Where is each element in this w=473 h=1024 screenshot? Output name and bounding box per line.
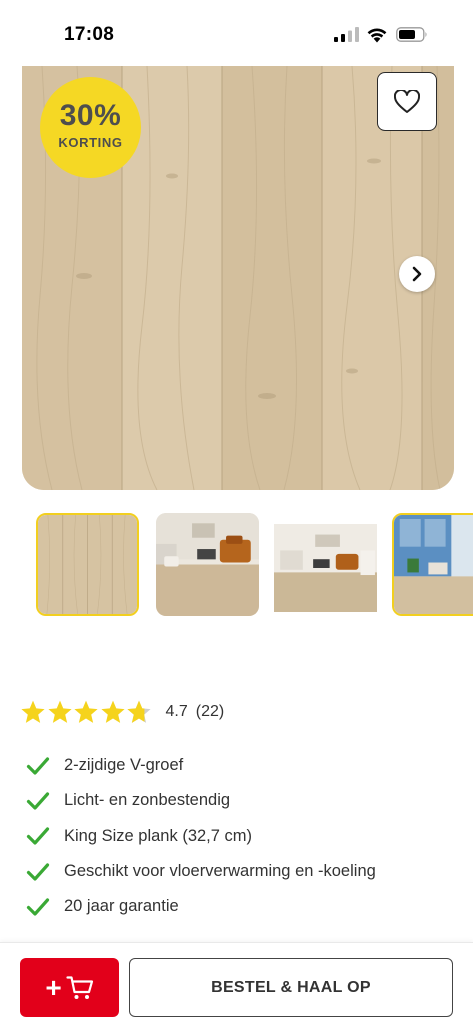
favorite-button[interactable] (377, 72, 437, 131)
feature-item: King Size plank (32,7 cm) (26, 819, 376, 854)
star-icon (74, 700, 98, 723)
status-bar: 17:08 (0, 0, 473, 64)
discount-percent: 30% (59, 99, 122, 132)
thumbnail-room-image (394, 515, 473, 614)
battery-icon (396, 27, 427, 42)
add-to-cart-button[interactable]: + (20, 958, 119, 1017)
thumbnail-room-image (274, 524, 377, 612)
star-partial-icon (127, 700, 151, 723)
feature-text: King Size plank (32,7 cm) (64, 826, 253, 845)
feature-item: 20 jaar garantie (26, 889, 376, 924)
feature-item: Licht- en zonbestendig (26, 783, 376, 818)
plus-icon: + (45, 971, 62, 1003)
thumbnail-2[interactable] (156, 513, 259, 616)
feature-text: Geschikt voor vloerverwarming en -koelin… (64, 862, 376, 881)
status-time: 17:08 (64, 24, 115, 45)
chevron-right-icon (412, 266, 422, 282)
check-icon (26, 792, 50, 810)
check-icon (26, 757, 50, 775)
heart-icon (394, 89, 420, 113)
star-icon (47, 700, 72, 723)
feature-item: Geschikt voor vloerverwarming en -koelin… (26, 854, 376, 889)
feature-text: 2-zijdige V-groef (64, 756, 184, 775)
check-icon (26, 827, 50, 845)
check-icon (26, 898, 50, 916)
rating-value: 4.7 (165, 703, 188, 720)
thumbnail-strip[interactable] (0, 510, 473, 620)
signal-icon (334, 27, 359, 42)
product-rating[interactable]: 4.7 (22) (20, 697, 224, 727)
review-count[interactable]: (22) (196, 703, 224, 721)
feature-text: 20 jaar garantie (64, 897, 179, 916)
discount-badge: 30% KORTING (40, 77, 141, 178)
wifi-icon (367, 28, 387, 43)
order-pickup-button[interactable]: BESTEL & HAAL OP (129, 958, 453, 1017)
star-rating (20, 699, 153, 725)
thumbnail-4[interactable] (392, 513, 473, 616)
feature-list: 2-zijdige V-groef Licht- en zonbestendig… (26, 748, 376, 924)
discount-label: KORTING (58, 135, 123, 150)
cart-icon (66, 975, 93, 999)
star-icon (100, 700, 125, 723)
thumbnail-3[interactable] (274, 524, 377, 612)
feature-text: Licht- en zonbestendig (64, 791, 231, 810)
feature-item: 2-zijdige V-groef (26, 748, 376, 783)
thumbnail-wood-image (38, 515, 137, 614)
star-icon (21, 700, 45, 723)
bottom-action-bar: + BESTEL & HAAL OP (0, 942, 473, 1024)
product-image[interactable]: 30% KORTING (22, 66, 454, 490)
check-icon (26, 862, 50, 881)
thumbnail-room-image (156, 513, 259, 616)
next-image-button[interactable] (399, 256, 435, 292)
thumbnail-1[interactable] (36, 513, 139, 616)
